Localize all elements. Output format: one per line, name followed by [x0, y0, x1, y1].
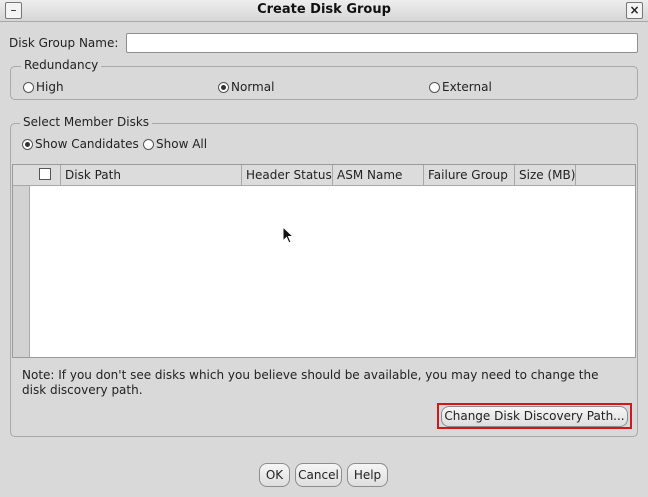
column-size-mb[interactable]: Size (MB)	[515, 165, 576, 185]
redundancy-high-label[interactable]: High	[36, 80, 64, 94]
discovery-path-note: Note: If you don't see disks which you b…	[22, 368, 599, 397]
show-candidates-label[interactable]: Show Candidates	[35, 137, 139, 151]
redundancy-normal-label[interactable]: Normal	[231, 80, 274, 94]
help-button[interactable]: Help	[347, 463, 388, 487]
redundancy-high-radio[interactable]	[23, 82, 34, 93]
redundancy-external-label[interactable]: External	[442, 80, 492, 94]
show-all-radio[interactable]	[143, 139, 154, 150]
column-header-status[interactable]: Header Status	[242, 165, 333, 185]
redundancy-external-radio[interactable]	[429, 82, 440, 93]
table-header: Disk Path Header Status ASM Name Failure…	[13, 165, 635, 186]
close-icon[interactable]: ×	[626, 2, 643, 19]
member-disks-title: Select Member Disks	[20, 115, 153, 129]
cancel-button[interactable]: Cancel	[295, 463, 342, 487]
select-all-header	[30, 165, 61, 185]
redundancy-normal-radio[interactable]	[218, 82, 229, 93]
show-all-label[interactable]: Show All	[156, 137, 207, 151]
window-title: Create Disk Group	[257, 2, 391, 17]
row-header-column	[13, 165, 30, 357]
disk-table[interactable]: Disk Path Header Status ASM Name Failure…	[12, 164, 636, 358]
select-all-checkbox[interactable]	[39, 168, 51, 180]
highlight-box	[437, 403, 632, 429]
show-candidates-radio[interactable]	[22, 139, 33, 150]
ok-button[interactable]: OK	[259, 463, 290, 487]
disk-group-name-label: Disk Group Name:	[9, 36, 119, 50]
column-disk-path[interactable]: Disk Path	[61, 165, 242, 185]
disk-group-name-field[interactable]	[126, 33, 638, 53]
title-bar: – Create Disk Group ×	[0, 0, 648, 22]
mouse-cursor-icon	[282, 226, 295, 244]
column-failure-group[interactable]: Failure Group	[424, 165, 515, 185]
redundancy-title: Redundancy	[21, 58, 102, 72]
column-asm-name[interactable]: ASM Name	[333, 165, 424, 185]
redundancy-group	[10, 66, 638, 100]
